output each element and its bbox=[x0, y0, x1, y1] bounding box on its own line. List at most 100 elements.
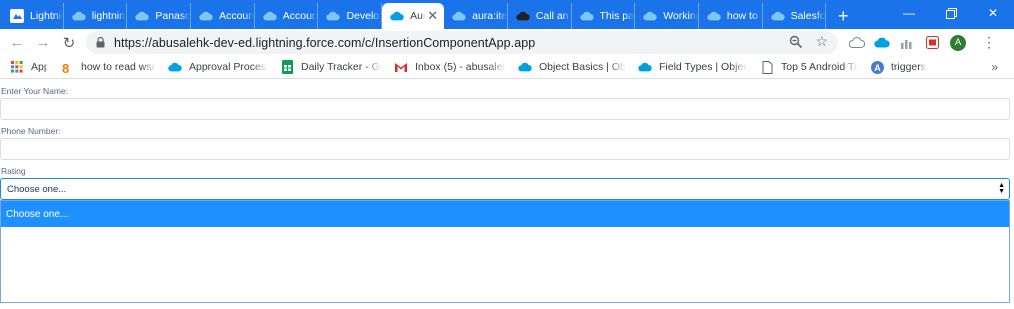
tab-label: lightnin bbox=[91, 10, 125, 22]
bookmark-label: Inbox (5) - abusalehk bbox=[415, 61, 506, 73]
salesforce-cloud-icon bbox=[707, 9, 721, 23]
zoom-icon[interactable] bbox=[789, 35, 804, 50]
tab-label: Accoun bbox=[282, 10, 318, 22]
bookmark-label: Apps bbox=[31, 61, 48, 73]
browser-tab[interactable]: Aura✕ bbox=[382, 3, 445, 29]
gmail-icon bbox=[394, 60, 408, 74]
bookmark-star-icon[interactable]: ☆ bbox=[815, 33, 828, 50]
extensions-area: A ⋮ bbox=[845, 33, 1002, 52]
bookmark-label: Approval Processes | bbox=[189, 61, 268, 73]
browser-tab[interactable]: This pa bbox=[572, 3, 636, 29]
close-window-icon[interactable]: ✕ bbox=[972, 0, 1014, 26]
svg-text:A: A bbox=[874, 63, 881, 73]
apps-grid-icon bbox=[10, 60, 24, 74]
browser-tab[interactable]: Accoun bbox=[255, 3, 319, 29]
bookmark-item[interactable]: Field Types | Object R bbox=[638, 60, 748, 74]
browser-tab[interactable]: Working bbox=[635, 3, 699, 29]
bookmark-label: Field Types | Object R bbox=[659, 61, 748, 73]
browser-tab[interactable]: aura:ite bbox=[444, 3, 508, 29]
forward-icon[interactable]: → bbox=[30, 30, 56, 56]
bookmark-label: Daily Tracker - Googl bbox=[301, 61, 382, 73]
reload-icon[interactable]: ↻ bbox=[56, 30, 82, 56]
tab-label: This pa bbox=[599, 10, 634, 22]
salesforce-cloud-icon bbox=[199, 9, 213, 23]
url-text: https://abusalehk-dev-ed.lightning.force… bbox=[114, 35, 536, 50]
chart-extension-icon[interactable] bbox=[895, 33, 919, 52]
address-bar[interactable]: https://abusalehk-dev-ed.lightning.force… bbox=[86, 31, 838, 54]
rating-option[interactable]: Choose one... bbox=[1, 201, 1009, 227]
minimize-icon[interactable]: — bbox=[888, 0, 930, 26]
tab-label: aura:ite bbox=[472, 10, 507, 22]
profile-avatar[interactable]: A bbox=[950, 34, 966, 51]
rating-dropdown-list: Choose one... bbox=[0, 200, 1010, 303]
tab-label: Lightnin bbox=[30, 10, 63, 22]
phone-input[interactable] bbox=[0, 138, 1010, 160]
salesforce-cloud-icon bbox=[390, 9, 404, 23]
tab-label: Working bbox=[663, 10, 698, 22]
phone-label: Phone Number: bbox=[1, 126, 61, 136]
name-input[interactable] bbox=[0, 98, 1010, 120]
browser-tab[interactable]: Accoun bbox=[191, 3, 255, 29]
browser-tab[interactable]: Salesfor bbox=[763, 3, 827, 29]
google-sheets-icon bbox=[280, 60, 294, 74]
browser-toolbar: ← → ↻ https://abusalehk-dev-ed.lightning… bbox=[0, 29, 1014, 56]
triggers-a-icon: A bbox=[870, 60, 884, 74]
bookmark-item[interactable]: 8 how to read wsdl bbox=[60, 60, 156, 74]
bookmark-list: Apps 8 how to read wsdl Approval Processes … bbox=[10, 60, 938, 74]
name-label: Enter Your Name: bbox=[1, 86, 69, 96]
bookmark-label: how to read wsdl bbox=[81, 61, 156, 73]
menu-kebab-icon[interactable]: ⋮ bbox=[977, 33, 1001, 52]
tab-label: Develop bbox=[346, 10, 382, 22]
lock-icon[interactable] bbox=[94, 37, 106, 49]
tab-label: Panason bbox=[155, 10, 190, 22]
salesforce-cloud-icon bbox=[135, 9, 150, 23]
browser-tab[interactable]: Lightnin bbox=[0, 3, 64, 29]
browser-tab[interactable]: Panason bbox=[127, 3, 192, 29]
bookmark-item[interactable]: Inbox (5) - abusalehk bbox=[394, 60, 506, 74]
todoist-extension-icon[interactable] bbox=[920, 33, 944, 52]
salesforce-cloud-icon bbox=[643, 9, 657, 23]
salesforce-cloud-icon bbox=[326, 9, 341, 23]
window-controls: — ✕ bbox=[888, 0, 1014, 26]
tab-label: Aura bbox=[410, 10, 426, 22]
back-icon[interactable]: ← bbox=[4, 30, 30, 56]
tab-label: Call an bbox=[535, 10, 569, 22]
bookmark-item[interactable]: Apps bbox=[10, 60, 48, 74]
rating-label: Rating bbox=[1, 166, 26, 176]
browser-tab[interactable]: how to bbox=[699, 3, 763, 29]
bookmark-label: Top 5 Android Tips a bbox=[781, 61, 858, 73]
salesforce-cloud-icon bbox=[168, 60, 182, 74]
page-content: Enter Your Name: Phone Number: Rating Ch… bbox=[0, 80, 1014, 309]
bookmark-item[interactable]: Top 5 Android Tips a bbox=[760, 60, 858, 74]
svg-text:8: 8 bbox=[62, 61, 69, 74]
select-arrows-icon: ▲ ▼ bbox=[998, 182, 1005, 195]
salesforce-cloud-icon bbox=[71, 9, 86, 23]
dark-cloud-icon bbox=[516, 9, 530, 23]
bookmark-item[interactable]: Atriggers bbox=[870, 60, 926, 74]
tab-label: Accoun bbox=[219, 10, 254, 22]
restore-icon[interactable] bbox=[930, 0, 972, 26]
new-tab-button[interactable]: + bbox=[830, 3, 856, 29]
cloud-extension-icon[interactable] bbox=[845, 33, 869, 52]
bookmark-label: triggers bbox=[891, 61, 927, 73]
bookmark-item[interactable]: Approval Processes | bbox=[168, 60, 268, 74]
rating-selected-value: Choose one... bbox=[7, 183, 67, 195]
salesforce-cloud-icon bbox=[638, 60, 652, 74]
more-bookmarks-icon[interactable]: » bbox=[991, 60, 998, 74]
salesforce-extension-icon[interactable] bbox=[870, 33, 894, 52]
salesforce-trailhead-icon bbox=[10, 9, 24, 23]
close-tab-icon[interactable]: ✕ bbox=[427, 8, 438, 24]
blogger-icon: 8 bbox=[60, 60, 74, 74]
bookmark-item[interactable]: Daily Tracker - Googl bbox=[280, 60, 382, 74]
bookmarks-bar: Apps 8 how to read wsdl Approval Processes … bbox=[0, 56, 1014, 79]
tab-label: how to bbox=[726, 10, 758, 22]
browser-tab[interactable]: Call an bbox=[508, 3, 572, 29]
rating-select[interactable]: Choose one... ▲ ▼ bbox=[0, 178, 1010, 200]
bookmark-item[interactable]: Object Basics | Objec bbox=[518, 60, 626, 74]
browser-tabstrip: Lightnin lightnin Panason Accoun Accoun Devel… bbox=[0, 0, 1014, 29]
browser-tab[interactable]: Develop bbox=[318, 3, 383, 29]
salesforce-cloud-icon bbox=[263, 9, 277, 23]
browser-tab[interactable]: lightnin bbox=[64, 3, 128, 29]
bookmark-label: Object Basics | Objec bbox=[539, 61, 626, 73]
salesforce-cloud-icon bbox=[518, 60, 532, 74]
